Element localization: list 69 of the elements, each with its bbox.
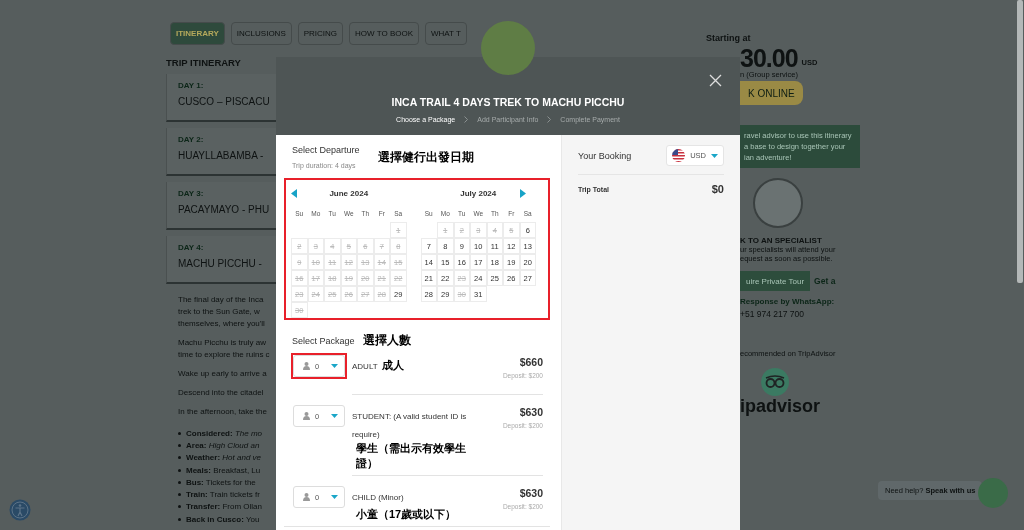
caret-icon [331,495,338,499]
total-amount: $0 [711,183,724,195]
package-label: ADULT [352,362,378,371]
annotation-text: 選擇健行出發日期 [377,148,474,166]
annotation-text: 成人 [381,358,404,373]
list-item-text: Area: High Cloud an [186,440,260,450]
scrollbar-thumb[interactable] [1017,0,1023,283]
bullet-icon [178,468,181,472]
day-label: DAY 1: [178,81,205,90]
list-item-text: Transfer: From Ollan [186,502,263,512]
day-label: DAY 4: [178,243,205,252]
day-title: PACAYMAYO - PHU [178,204,271,215]
day-title: HUAYLLABAMBA - [178,150,265,161]
annotation-text: 學生（需出示有效學生證） [356,441,467,471]
month-title: July 2024 [459,188,498,198]
day-label: DAY 2: [178,135,205,144]
caret-icon [711,153,718,158]
prev-arrow-icon[interactable] [291,189,297,198]
bullet-icon [178,456,181,460]
package-price: $630 [519,486,543,500]
annotation-text: 小童（17歲或以下） [356,507,457,522]
close-icon[interactable] [709,74,722,87]
whatsapp-number: +51 974 217 700 [740,309,805,319]
month-title: June 2024 [328,188,370,198]
next-arrow-icon[interactable] [520,189,526,198]
starting-label: Starting at [706,33,752,43]
list-item-text: Back in Cusco: You [186,514,260,524]
day-label: DAY 3: [178,189,205,198]
list-item-text: Weather: Hot and ve [186,453,262,463]
book-online-button[interactable]: K ONLINE [740,81,803,105]
photo-placeholder [481,21,535,75]
chevron-icon [547,116,552,123]
tab[interactable]: ITINERARY [170,22,225,45]
bullet-icon [178,493,181,497]
flag-icon [672,149,686,162]
booking-heading: Your Booking [578,150,632,161]
inquire-button[interactable]: uire Private Tour [740,271,811,291]
whatsapp-label: Response by WhatsApp: [740,297,835,306]
section-title: TRIP ITINERARY [166,57,242,68]
day-title: CUSCO – PISCACU [178,96,271,107]
bullet-icon [178,443,181,447]
chevron-icon [464,116,469,123]
person-icon [303,493,310,501]
day-title: MACHU PICCHU - [178,258,263,269]
accessibility-icon[interactable] [9,499,31,521]
section-heading: Select Departure [292,145,360,155]
list-item-text: Meals: Breakfast, Lu [186,465,261,475]
specialist-title: K TO AN SPECIALIST [740,236,822,245]
owl-logo-icon [761,368,789,396]
annotation-text: 選擇人數 [362,332,411,349]
tripadvisor-logo: ipadvisor [740,396,821,417]
person-icon [303,362,310,370]
section-heading: Select Package [292,335,355,346]
bullet-icon [178,517,181,521]
get-a-text: Get a [814,276,836,286]
package-label: STUDENT: (A valid student ID is require) [352,412,467,439]
caret-icon [331,414,338,418]
package-price: $630 [519,405,543,419]
person-icon [303,412,310,420]
price: 30.00 [740,46,798,70]
modal-title: INCA TRAIL 4 DAYS TREK TO MACHU PICCHU [391,96,625,108]
photo-placeholder [753,178,803,228]
bullet-icon [178,431,181,435]
caret-icon [331,364,338,368]
bullet-icon [178,505,181,509]
bullet-icon [178,480,181,484]
package-label: CHILD (Minor) [352,493,404,502]
package-price: $660 [519,355,543,369]
paragraph-line: The final day of the Inca [178,294,265,306]
